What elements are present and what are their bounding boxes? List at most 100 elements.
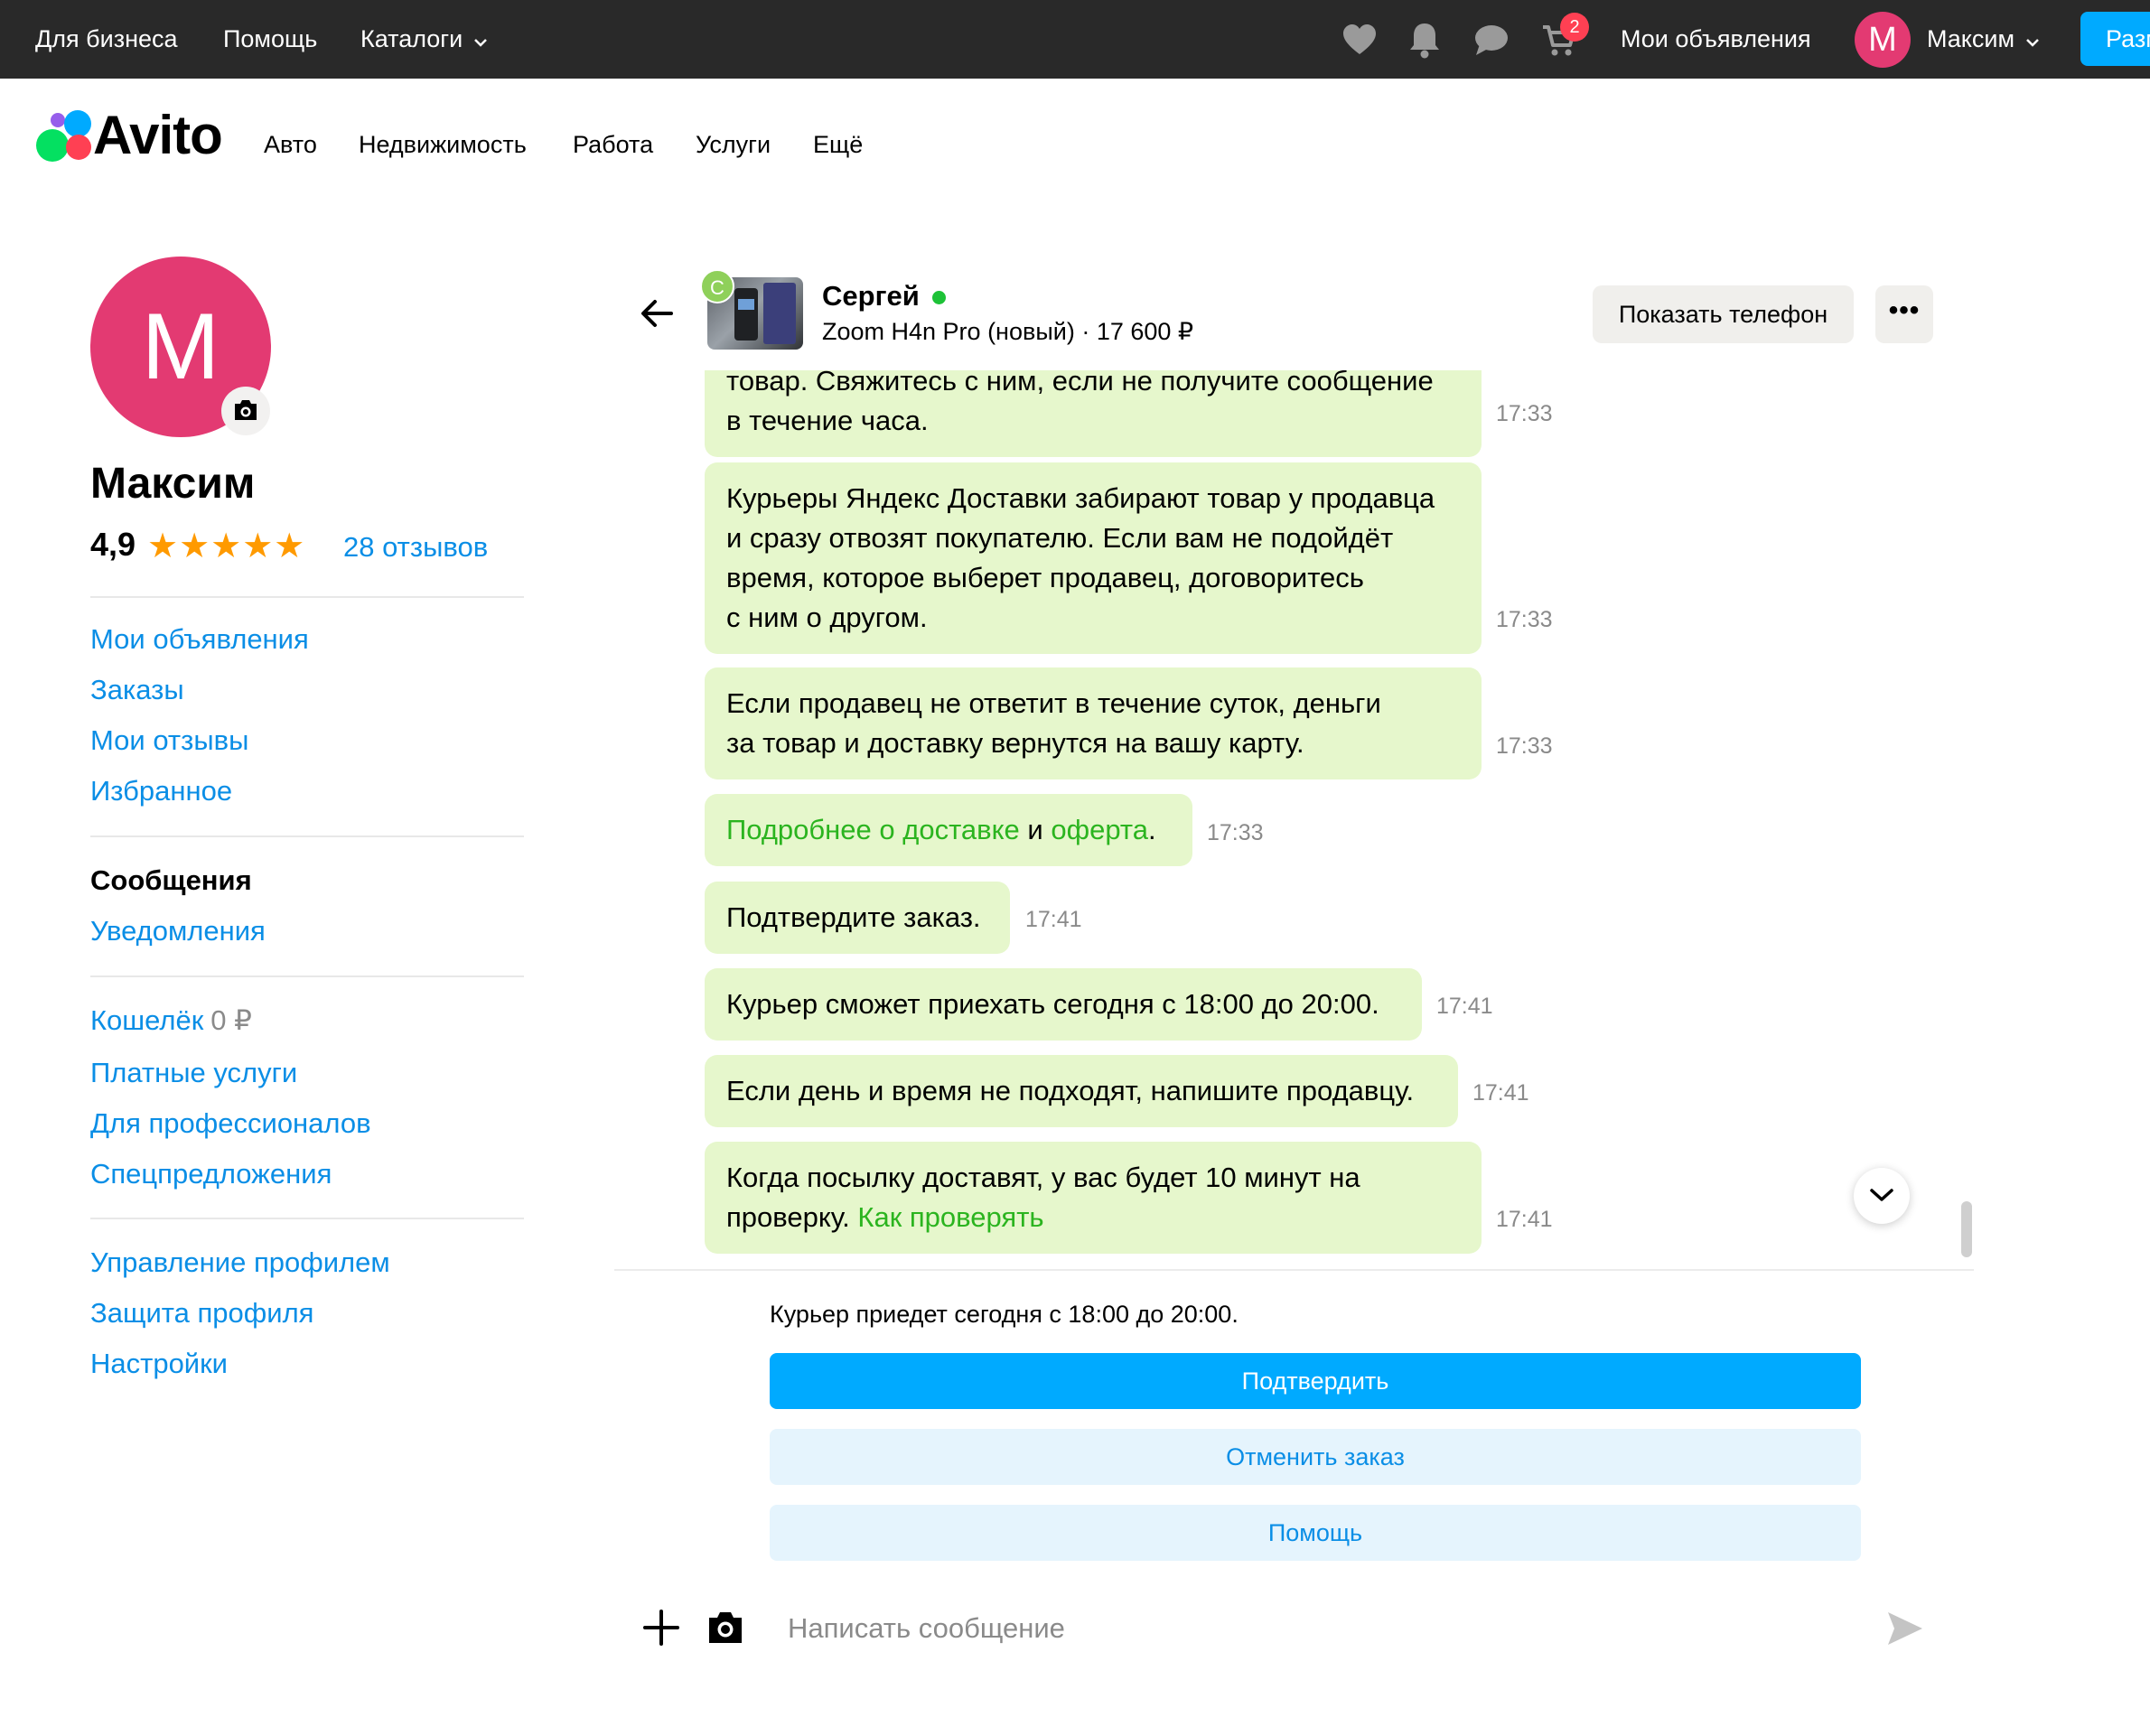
post-ad-button[interactable]: Разм <box>2080 12 2150 66</box>
message-text: время, которое выберет продавец, договор… <box>726 562 1364 593</box>
seller-avatar: С <box>700 269 734 303</box>
sidebar-item-my-ads[interactable]: Мои объявления <box>90 623 309 656</box>
show-phone-button[interactable]: Показать телефон <box>1593 285 1854 343</box>
scrollbar-thumb[interactable] <box>1961 1201 1972 1257</box>
profile-rating: 4,9 <box>90 526 136 563</box>
message-bubble: Когда посылку доставят, у вас будет 10 м… <box>705 1142 1482 1254</box>
message-text: . <box>1147 814 1156 845</box>
sidebar-item-my-reviews[interactable]: Мои отзывы <box>90 724 248 757</box>
item-info[interactable]: Zoom H4n Pro (новый) · 17 600 ₽ <box>822 318 1193 346</box>
message-text: и <box>1019 814 1052 845</box>
message-time: 17:33 <box>1496 401 1553 426</box>
message-time: 17:33 <box>1496 733 1553 759</box>
separator-dot: · <box>1081 318 1097 345</box>
message-list-divider <box>614 1269 1974 1271</box>
sidebar-item-settings[interactable]: Настройки <box>90 1348 228 1380</box>
message-text: в течение часа. <box>726 405 929 436</box>
message-text: проверку. <box>726 1201 858 1233</box>
message-input[interactable] <box>786 1601 1865 1657</box>
bell-icon[interactable] <box>1405 20 1444 60</box>
message-time: 17:41 <box>1496 1207 1553 1232</box>
send-icon[interactable] <box>1886 1610 1924 1647</box>
message-bubble: Если продавец не ответит в течение суток… <box>705 667 1482 779</box>
sidebar-item-for-pros[interactable]: Для профессионалов <box>90 1107 371 1140</box>
chevron-down-icon <box>2025 39 2039 47</box>
camera-icon[interactable] <box>706 1610 745 1646</box>
sidebar-item-wallet[interactable]: Кошелёк 0 ₽ <box>90 1004 252 1037</box>
reviews-link[interactable]: 28 отзывов <box>343 531 488 564</box>
heart-icon[interactable] <box>1340 20 1379 60</box>
sidebar-item-paid-services[interactable]: Платные услуги <box>90 1057 297 1089</box>
profile-name: Максим <box>90 460 256 508</box>
wallet-label: Кошелёк <box>90 1004 204 1036</box>
chevron-down-icon <box>1870 1189 1893 1201</box>
seller-name[interactable]: Сергей <box>822 280 920 313</box>
top-navbar: Для бизнеса Помощь Каталоги 2 Мои объявл… <box>0 0 2150 79</box>
change-photo-button[interactable] <box>221 387 270 435</box>
nav-catalogs-label: Каталоги <box>360 25 463 52</box>
message-text: Когда посылку доставят, у вас будет 10 м… <box>726 1162 1360 1193</box>
sidebar-item-special-offers[interactable]: Спецпредложения <box>90 1158 332 1190</box>
category-auto[interactable]: Авто <box>264 131 317 159</box>
how-to-check-link[interactable]: Как проверять <box>857 1201 1043 1233</box>
message-bubble: товар. Свяжитесь с ним, если не получите… <box>705 370 1482 457</box>
online-status-icon <box>932 291 946 304</box>
category-more[interactable]: Ещё <box>813 131 863 159</box>
cart-count-badge: 2 <box>1560 13 1589 42</box>
message-text: за товар и доставку вернутся на вашу кар… <box>726 727 1304 759</box>
message-time: 17:41 <box>1025 907 1082 932</box>
avito-logo-text[interactable]: Avito <box>93 104 223 167</box>
message-text: и сразу отвозят покупателю. Если вам не … <box>726 522 1394 554</box>
sidebar-item-messages[interactable]: Сообщения <box>90 864 252 897</box>
chevron-down-icon <box>473 39 487 47</box>
message-list[interactable]: товар. Свяжитесь с ним, если не получите… <box>614 370 1969 1269</box>
cancel-order-button[interactable]: Отменить заказ <box>770 1429 1861 1485</box>
category-realty[interactable]: Недвижимость <box>359 131 527 159</box>
sidebar-item-profile-management[interactable]: Управление профилем <box>90 1246 390 1279</box>
more-options-button[interactable]: ••• <box>1875 285 1933 343</box>
message-text: Курьеры Яндекс Доставки забирают товар у… <box>726 482 1435 514</box>
message-bubble: Если день и время не подходят, напишите … <box>705 1055 1458 1127</box>
sidebar-item-favorites[interactable]: Избранное <box>90 775 232 807</box>
sidebar-item-orders[interactable]: Заказы <box>90 674 184 706</box>
message-text: Курьер сможет приехать сегодня с 18:00 д… <box>726 988 1379 1020</box>
back-arrow-icon[interactable] <box>637 294 677 333</box>
item-title: Zoom H4n Pro (новый) <box>822 318 1075 345</box>
sidebar-divider <box>90 975 524 977</box>
nav-for-business[interactable]: Для бизнеса <box>35 0 178 79</box>
message-bubble: Подробнее о доставке и оферта. <box>705 794 1192 866</box>
chat-icon[interactable] <box>1472 20 1511 60</box>
nav-catalogs[interactable]: Каталоги <box>360 0 488 79</box>
offer-link[interactable]: оферта <box>1051 814 1148 845</box>
delivery-info-link[interactable]: Подробнее о доставке <box>726 814 1020 845</box>
message-bubble: Подтвердите заказ. <box>705 882 1010 954</box>
message-text: товар. Свяжитесь с ним, если не получите… <box>726 370 1434 397</box>
user-menu[interactable]: Максим <box>1927 0 2040 79</box>
user-menu-name: Максим <box>1927 25 2015 52</box>
message-time: 17:41 <box>1436 994 1493 1019</box>
sidebar-divider <box>90 1218 524 1219</box>
nav-my-ads[interactable]: Мои объявления <box>1621 0 1811 79</box>
message-time: 17:41 <box>1472 1080 1529 1106</box>
courier-time-notice: Курьер приедет сегодня с 18:00 до 20:00. <box>770 1301 1239 1328</box>
sidebar-item-notifications[interactable]: Уведомления <box>90 915 266 947</box>
category-services[interactable]: Услуги <box>696 131 771 159</box>
category-jobs[interactable]: Работа <box>573 131 653 159</box>
help-button[interactable]: Помощь <box>770 1505 1861 1561</box>
wallet-amount: 0 ₽ <box>210 1004 252 1036</box>
message-text: Если продавец не ответит в течение суток… <box>726 687 1381 719</box>
message-time: 17:33 <box>1207 820 1264 845</box>
nav-help[interactable]: Помощь <box>223 0 317 79</box>
sidebar-item-profile-protection[interactable]: Защита профиля <box>90 1297 313 1330</box>
camera-icon <box>235 400 257 420</box>
sidebar-divider <box>90 596 524 598</box>
message-bubble: Курьер сможет приехать сегодня с 18:00 д… <box>705 968 1422 1041</box>
user-avatar[interactable]: М <box>1855 12 1911 68</box>
message-text: с ним о другом. <box>726 602 928 633</box>
scroll-to-bottom-button[interactable] <box>1854 1168 1910 1224</box>
sidebar-divider <box>90 835 524 837</box>
message-text: Если день и время не подходят, напишите … <box>726 1075 1415 1106</box>
message-text: Подтвердите заказ. <box>726 901 981 933</box>
plus-icon[interactable] <box>641 1608 681 1647</box>
confirm-order-button[interactable]: Подтвердить <box>770 1353 1861 1409</box>
